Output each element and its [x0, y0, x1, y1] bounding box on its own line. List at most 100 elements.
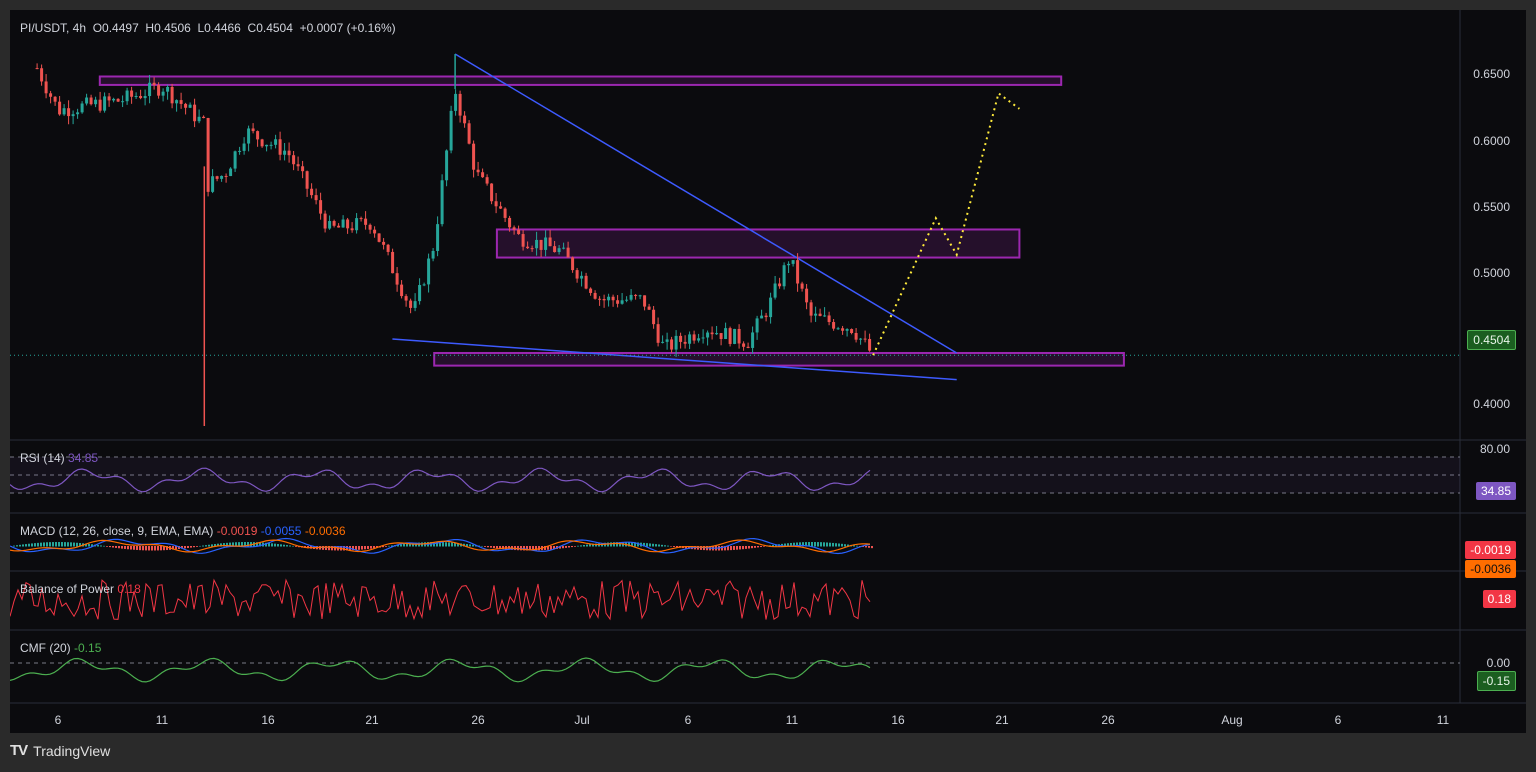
candle-body — [809, 302, 813, 316]
bop-value: 0.18 — [117, 582, 141, 596]
macd-hist-bar — [646, 543, 648, 547]
candle-body — [404, 296, 408, 301]
symbol-label: PI/USDT, 4h — [20, 21, 87, 35]
low-value: L0.4466 — [197, 21, 241, 35]
macd-hist-bar — [565, 546, 567, 548]
candle-body — [62, 108, 66, 115]
time-tick: Aug — [1221, 713, 1243, 727]
macd-hist-value: -0.0019 — [216, 524, 258, 538]
candle-body — [719, 333, 723, 339]
macd-hist-bar — [760, 546, 762, 548]
candle-body — [710, 332, 714, 335]
macd-hist-bar — [208, 544, 210, 547]
macd-hist-bar — [733, 546, 735, 550]
macd-hist-bar — [67, 542, 69, 547]
candle-body — [683, 341, 687, 344]
macd-hist-bar — [580, 545, 582, 547]
candle-body — [395, 273, 399, 285]
candle-body — [463, 115, 467, 124]
time-tick: Jul — [574, 713, 590, 727]
candle-body — [76, 112, 80, 115]
candle-body — [125, 90, 129, 102]
candle-body — [229, 168, 233, 177]
candle-body — [526, 246, 530, 249]
macd-hist-bar — [655, 544, 657, 547]
macd-hist-bar — [106, 546, 108, 547]
macd-hist-bar — [127, 546, 129, 550]
macd-line-value: -0.0055 — [260, 524, 302, 538]
macd-hist-bar — [148, 546, 150, 551]
macd-hist-bar — [112, 546, 114, 548]
macd-hist-bar — [658, 544, 660, 547]
candle-body — [449, 110, 453, 151]
candle-body — [256, 131, 260, 140]
macd-hist-bar — [487, 546, 489, 548]
candle-body — [269, 144, 273, 146]
candle-body — [274, 139, 278, 145]
macd-hist-bar — [748, 546, 750, 549]
candle-body — [328, 221, 332, 229]
chart-canvas[interactable] — [10, 10, 1526, 733]
macd-hist-bar — [871, 546, 873, 549]
time-tick: 6 — [684, 713, 692, 727]
candle-body — [602, 299, 606, 301]
macd-hist-bar — [448, 542, 450, 547]
macd-hist-bar — [367, 546, 369, 549]
candle-body — [490, 183, 494, 202]
macd-hist-bar — [61, 542, 63, 547]
macd-hist-bar — [115, 546, 117, 548]
macd-hist-bar — [817, 542, 819, 547]
candle-body — [724, 328, 728, 339]
candle-body — [616, 300, 620, 304]
candle-body — [35, 68, 39, 70]
candle-body — [611, 296, 615, 301]
candle-body — [544, 237, 548, 250]
macd-hist-bar — [868, 546, 870, 548]
candle-body — [445, 150, 449, 181]
time-tick: 21 — [365, 713, 379, 727]
candle-body — [242, 143, 246, 151]
macd-label: MACD (12, 26, close, 9, EMA, EMA) -0.001… — [20, 524, 346, 538]
macd-hist-bar — [739, 546, 741, 550]
macd-hist-tag: -0.0019 — [1465, 541, 1516, 559]
candle-body — [566, 247, 570, 258]
candle-body — [382, 241, 386, 245]
price-tick: 0.6500 — [1473, 67, 1510, 81]
macd-hist-bar — [844, 544, 846, 547]
candle-body — [850, 329, 854, 334]
candle-body — [638, 295, 642, 297]
macd-hist-bar — [286, 545, 288, 547]
candle-body — [89, 97, 93, 105]
macd-hist-bar — [826, 542, 828, 547]
candle-body — [202, 116, 206, 119]
brand-name: TradingView — [33, 742, 111, 759]
macd-hist-bar — [136, 546, 138, 550]
macd-hist-bar — [211, 544, 213, 547]
rsi-label: RSI (14) 34.85 — [20, 451, 98, 465]
macd-hist-bar — [472, 544, 474, 547]
candle-body — [607, 296, 611, 301]
macd-hist-bar — [34, 543, 36, 547]
support-resistance-zone — [433, 351, 1125, 367]
candle-body — [499, 206, 503, 209]
candle-body — [647, 306, 651, 310]
candle-body — [832, 322, 836, 329]
macd-hist-bar — [550, 546, 552, 550]
candle-body — [179, 100, 183, 104]
macd-hist-bar — [292, 545, 294, 547]
chart-frame[interactable]: PI/USDT, 4h O0.4497 H0.4506 L0.4466 C0.4… — [10, 10, 1526, 733]
macd-hist-bar — [25, 544, 27, 547]
time-tick: 11 — [1436, 713, 1450, 727]
macd-hist-bar — [736, 546, 738, 550]
candle-body — [521, 234, 525, 247]
candle-body — [310, 188, 314, 196]
candle-body — [688, 334, 692, 344]
macd-hist-bar — [742, 546, 744, 550]
candle-body — [814, 313, 818, 316]
rsi-value: 34.85 — [68, 451, 99, 465]
candle-body — [215, 176, 219, 179]
macd-hist-bar — [481, 545, 483, 547]
macd-hist-bar — [577, 545, 579, 547]
macd-hist-bar — [574, 546, 576, 547]
candle-body — [818, 313, 822, 316]
